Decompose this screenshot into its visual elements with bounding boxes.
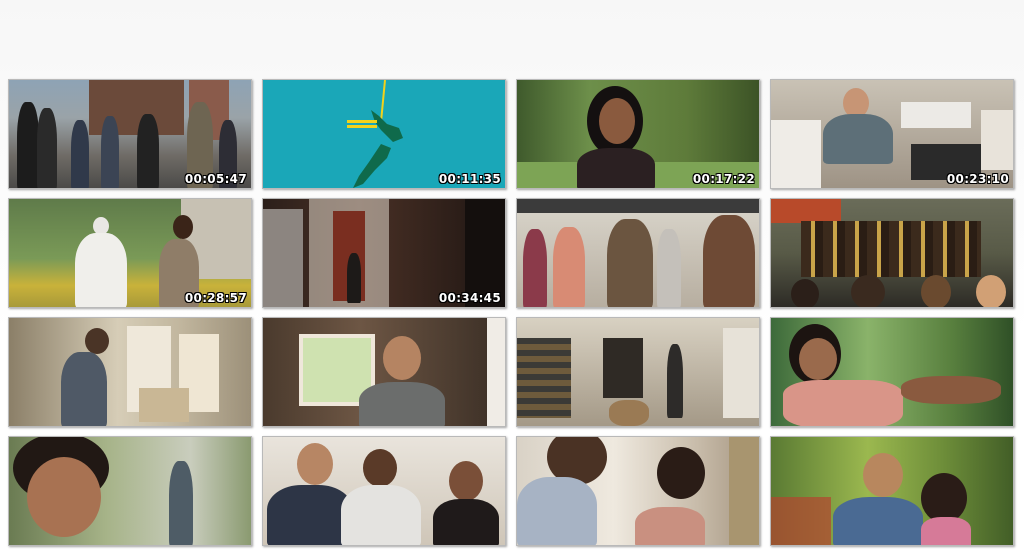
frame-thumbnail[interactable]: [770, 198, 1014, 308]
contact-sheet: 00:05:47 00:11:35 00:17:22 00:23:10 00:2…: [8, 79, 1016, 549]
frame-thumbnail[interactable]: 00:23:10: [770, 79, 1014, 189]
frame-thumbnail[interactable]: [8, 317, 252, 427]
frame-thumbnail[interactable]: [516, 436, 760, 546]
timestamp-label: 00:23:10: [946, 172, 1009, 186]
timestamp-label: 00:34:45: [438, 291, 501, 305]
couple-garden-scene: [771, 437, 1013, 545]
reclining-woman-scene: [771, 318, 1013, 426]
man-by-window-scene: [263, 318, 505, 426]
frame-thumbnail[interactable]: 00:17:22: [516, 79, 760, 189]
frame-thumbnail[interactable]: [8, 436, 252, 546]
timestamp-label: 00:05:47: [184, 172, 247, 186]
timestamp-label: 00:17:22: [692, 172, 755, 186]
workshop-interior-scene: [9, 318, 251, 426]
frame-thumbnail[interactable]: 00:28:57: [8, 198, 252, 308]
frame-thumbnail[interactable]: [770, 436, 1014, 546]
frame-thumbnail[interactable]: [770, 317, 1014, 427]
frame-thumbnail[interactable]: [262, 317, 506, 427]
three-people-scene: [263, 437, 505, 545]
frame-thumbnail[interactable]: [262, 436, 506, 546]
frame-thumbnail[interactable]: [516, 317, 760, 427]
couple-conversation-scene: [517, 437, 759, 545]
timestamp-label: 00:11:35: [438, 172, 501, 186]
timestamp-label: 00:28:57: [184, 291, 247, 305]
frame-thumbnail[interactable]: 00:11:35: [262, 79, 506, 189]
frame-thumbnail[interactable]: [516, 198, 760, 308]
shop-interior-scene: [517, 318, 759, 426]
woman-closeup-scene: [9, 437, 251, 545]
market-crowd-scene: [517, 199, 759, 307]
frame-thumbnail[interactable]: 00:34:45: [262, 198, 506, 308]
frame-thumbnail[interactable]: 00:05:47: [8, 79, 252, 189]
haka-performance-scene: [771, 199, 1013, 307]
